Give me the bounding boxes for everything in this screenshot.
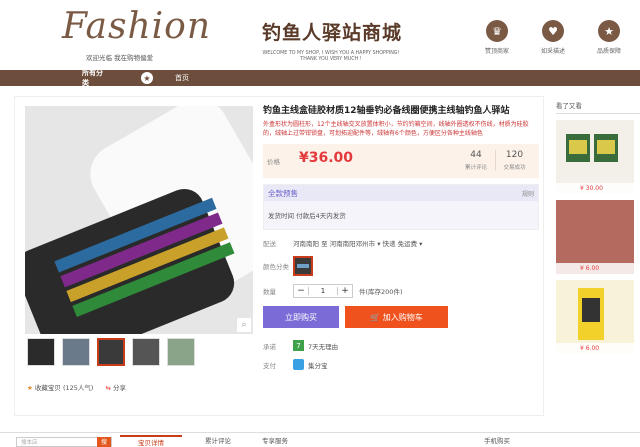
header-icon-label: 如采描述 bbox=[540, 48, 565, 55]
buy-now-button[interactable]: 立即购买 bbox=[263, 306, 339, 328]
stat-sales[interactable]: 120 交易成功 bbox=[495, 150, 533, 171]
related-price: ¥ 6.00 bbox=[556, 263, 634, 274]
product-photo bbox=[25, 106, 253, 334]
collect-share-bar: ★ 收藏宝贝 (125人气) ⇆ 分享 bbox=[27, 382, 126, 392]
stock-text: 件(库存200件) bbox=[359, 288, 403, 296]
presale-box: 全款预售 规则 发货时间 付款后4天内发货 bbox=[263, 184, 539, 230]
related-item[interactable]: ¥ 6.00 bbox=[556, 280, 634, 354]
thumbnail[interactable] bbox=[27, 338, 55, 366]
seven-day-icon: 7 bbox=[293, 340, 304, 351]
color-swatch[interactable] bbox=[293, 256, 313, 276]
share-button[interactable]: ⇆ 分享 bbox=[105, 382, 126, 392]
header-icon-label: 赞顶商家 bbox=[484, 48, 509, 55]
product-title: 钓鱼主线盒硅胶材质12轴垂钓必备线圈便携主线轴钓鱼人驿站 bbox=[263, 106, 510, 116]
quantity-stepper: − 1 + bbox=[293, 284, 353, 298]
swatch-image bbox=[295, 258, 311, 274]
thumbnail-strip bbox=[27, 338, 195, 366]
price-value: ¥36.00 bbox=[299, 150, 354, 166]
related-sidebar: 看了又看 ¥ 30.00 ¥ 6.00 ¥ 6.00 bbox=[556, 96, 640, 416]
quantity-row: 数量 − 1 + 件(库存200件) bbox=[263, 284, 539, 298]
nav-bar: 所有分类 ★ 首页 bbox=[0, 68, 640, 88]
presale-header: 全款预售 规则 bbox=[264, 185, 538, 201]
delivery-row: 配送 河南南阳 至 河南南阳邓州市 ▾ 快递 免运费 ▾ bbox=[263, 238, 539, 248]
price-label: 价格 bbox=[267, 158, 280, 166]
add-to-cart-button[interactable]: 🛒 加入购物车 bbox=[345, 306, 448, 328]
color-label: 颜色分类 bbox=[263, 263, 289, 271]
crown-icon: ♛ bbox=[486, 20, 508, 42]
header-icons: ♛ 赞顶商家 ♥ 如采描述 ★ 品质保障 bbox=[476, 20, 630, 55]
stat-label: 累计评论 bbox=[464, 165, 487, 171]
collect-button[interactable]: ★ 收藏宝贝 (125人气) bbox=[27, 382, 93, 392]
stat-reviews[interactable]: 44 累计评论 bbox=[457, 150, 495, 171]
pay-row: 支付 集分宝 bbox=[263, 359, 539, 370]
nav-all-categories[interactable]: 所有分类 bbox=[0, 68, 108, 88]
presale-title: 全款预售 bbox=[268, 188, 298, 198]
shop-logo[interactable]: Fashion bbox=[62, 6, 211, 47]
sales-stats: 44 累计评论 120 交易成功 bbox=[457, 150, 533, 171]
share-icon: ⇆ bbox=[105, 384, 113, 392]
related-item[interactable]: ¥ 6.00 bbox=[556, 200, 634, 274]
bottom-bar: 搜本店 搜 宝贝详情 累计评论 专享服务 手机购买 bbox=[0, 432, 640, 447]
header-icon-item[interactable]: ♥ 如采描述 bbox=[532, 20, 574, 55]
product-main-image[interactable]: ⌕ bbox=[25, 106, 253, 334]
quantity-input[interactable]: 1 bbox=[308, 287, 338, 295]
shop-subtitle: WELCOME TO MY SHOP, I WISH YOU A HAPPY S… bbox=[262, 51, 400, 62]
thumbnail[interactable] bbox=[167, 338, 195, 366]
related-title: 看了又看 bbox=[556, 100, 640, 114]
collect-label: 收藏宝贝 (125人气) bbox=[34, 384, 94, 392]
minus-button[interactable]: − bbox=[294, 286, 308, 296]
action-buttons: 立即购买 🛒 加入购物车 bbox=[263, 306, 539, 328]
promise-label: 承诺 bbox=[263, 342, 276, 351]
ship-time: 发货时间 付款后4天内发货 bbox=[268, 212, 346, 220]
stat-number: 44 bbox=[470, 150, 482, 160]
thumbnail[interactable] bbox=[132, 338, 160, 366]
delivery-label: 配送 bbox=[263, 240, 276, 248]
shop-header: Fashion 欢迎光临 我在购物偏爱 钓鱼人驿站商城 WELCOME TO M… bbox=[0, 0, 640, 70]
stat-label: 交易成功 bbox=[503, 165, 526, 171]
tab-mobile[interactable]: 手机购买 bbox=[484, 435, 510, 445]
star-icon: ★ bbox=[598, 20, 620, 42]
price-box: 价格 ¥36.00 44 累计评论 120 交易成功 bbox=[263, 144, 539, 178]
pay-value[interactable]: 集分宝 bbox=[308, 360, 328, 370]
promise-row: 承诺 7 7天无理由 bbox=[263, 340, 539, 351]
tab-reviews[interactable]: 累计评论 bbox=[205, 435, 231, 445]
share-label: 分享 bbox=[112, 384, 126, 392]
search-button[interactable]: 搜 bbox=[97, 437, 111, 447]
stat-number: 120 bbox=[505, 150, 524, 160]
related-price: ¥ 30.00 bbox=[556, 183, 634, 194]
tab-details[interactable]: 宝贝详情 bbox=[120, 435, 182, 447]
shop-name: 钓鱼人驿站商城 bbox=[262, 22, 403, 44]
header-icon-label: 品质保障 bbox=[596, 48, 621, 55]
delivery-select[interactable]: 河南南阳 至 河南南阳邓州市 ▾ 快递 免运费 ▾ bbox=[293, 238, 422, 248]
heart-icon: ♥ bbox=[542, 20, 564, 42]
product-panel: ⌕ ★ 收藏宝贝 (125人气) ⇆ 分享 钓鱼主线盒硅胶材质12轴垂钓必备线圈… bbox=[14, 96, 544, 416]
thumbnail[interactable] bbox=[62, 338, 90, 366]
related-item[interactable]: ¥ 30.00 bbox=[556, 120, 634, 194]
cart-icon: 🛒 bbox=[370, 312, 383, 322]
qty-label: 数量 bbox=[263, 288, 276, 296]
welcome-text: 欢迎光临 我在购物偏爱 bbox=[86, 54, 154, 62]
product-description: 外盒形状为圆柱形，12个主线轴交叉放置体积小，节约钓箱空间，线轴外圈透权不伤线，… bbox=[263, 121, 529, 137]
zoom-icon[interactable]: ⌕ bbox=[237, 318, 251, 332]
color-row: 颜色分类 bbox=[263, 256, 539, 276]
thumbnail[interactable] bbox=[97, 338, 125, 366]
promise-value[interactable]: 7天无理由 bbox=[308, 341, 338, 351]
nav-home[interactable]: 首页 bbox=[175, 73, 189, 83]
payment-icon bbox=[293, 359, 304, 370]
star-icon: ★ bbox=[27, 384, 35, 392]
tab-services[interactable]: 专享服务 bbox=[262, 435, 288, 445]
header-icon-item[interactable]: ★ 品质保障 bbox=[588, 20, 630, 55]
cart-label: 加入购物车 bbox=[382, 312, 423, 322]
product-info: 钓鱼主线盒硅胶材质12轴垂钓必备线圈便携主线轴钓鱼人驿站 外盒形状为圆柱形，12… bbox=[263, 105, 539, 370]
related-price: ¥ 6.00 bbox=[556, 343, 634, 354]
pay-label: 支付 bbox=[263, 361, 276, 370]
star-icon: ★ bbox=[141, 72, 153, 84]
header-icon-item[interactable]: ♛ 赞顶商家 bbox=[476, 20, 518, 55]
presale-rule-link[interactable]: 规则 bbox=[522, 189, 534, 198]
plus-button[interactable]: + bbox=[338, 286, 352, 296]
